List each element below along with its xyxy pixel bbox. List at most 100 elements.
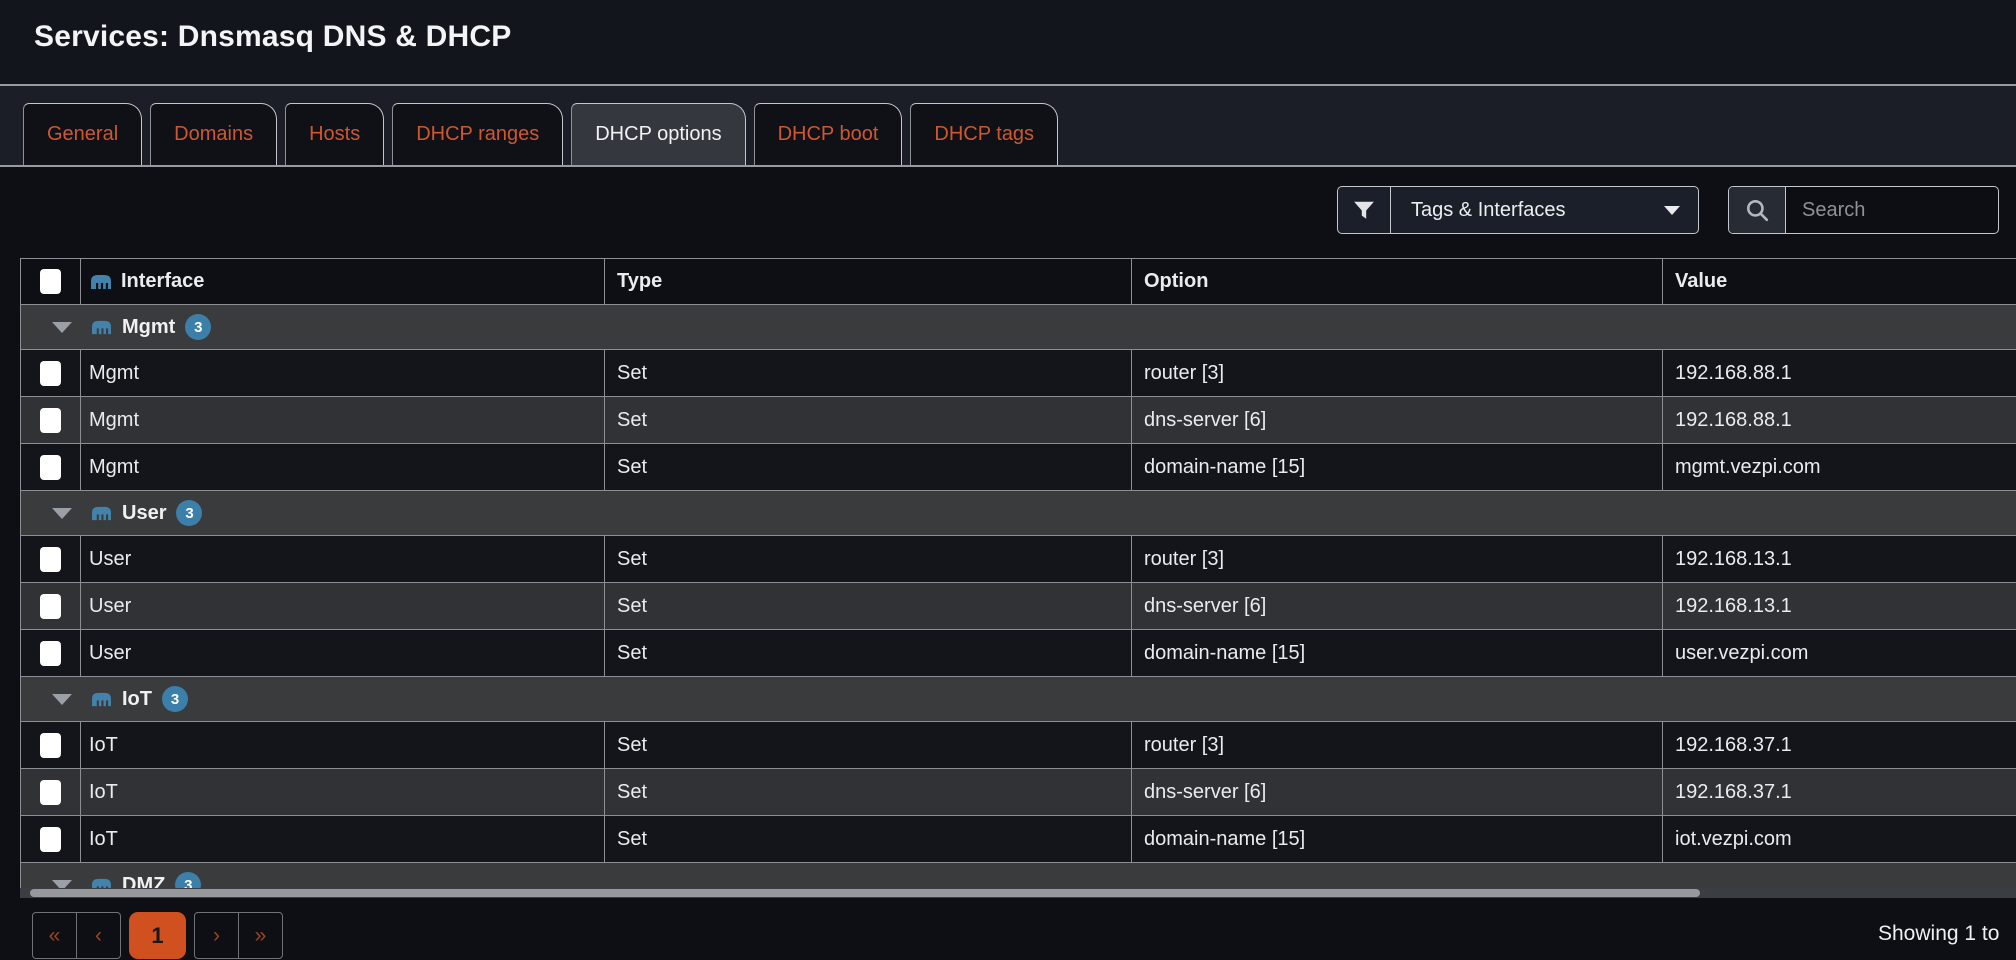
tab-domains[interactable]: Domains (150, 103, 277, 165)
cell-value: 192.168.37.1 (1663, 722, 2016, 768)
row-checkbox[interactable] (40, 547, 61, 572)
table-row: IoT Set domain-name [15] iot.vezpi.com (21, 816, 2016, 863)
tab-dhcp-tags[interactable]: DHCP tags (910, 103, 1058, 165)
column-header-type[interactable]: Type (605, 259, 1132, 304)
cell-option: domain-name [15] (1132, 816, 1663, 862)
group-row-dmz[interactable]: DMZ 3 (21, 863, 2016, 890)
search-icon (1729, 187, 1786, 233)
pagination-first-button[interactable]: « (32, 912, 77, 959)
table-body: Mgmt 3 Mgmt Set router [3] 192.168.88.1 … (21, 305, 2016, 890)
group-name: Mgmt (122, 316, 175, 339)
cell-type: Set (605, 444, 1132, 490)
pagination-next-button[interactable]: › (194, 912, 239, 959)
table-row: User Set dns-server [6] 192.168.13.1 (21, 583, 2016, 630)
row-checkbox[interactable] (40, 780, 61, 805)
tab-dhcp-ranges[interactable]: DHCP ranges (392, 103, 563, 165)
group-count-badge: 3 (185, 314, 211, 340)
row-checkbox[interactable] (40, 594, 61, 619)
cell-type: Set (605, 350, 1132, 396)
horizontal-scrollbar[interactable] (20, 888, 2016, 898)
tab-panel: GeneralDomainsHostsDHCP rangesDHCP optio… (0, 86, 2016, 167)
cell-option: dns-server [6] (1132, 397, 1663, 443)
pagination-prev-button[interactable]: ‹ (76, 912, 121, 959)
row-checkbox[interactable] (40, 361, 61, 386)
select-all-checkbox[interactable] (40, 269, 61, 294)
column-header-interface[interactable]: Interface (81, 259, 605, 304)
showing-status: Showing 1 to (1878, 922, 1999, 946)
cell-value: 192.168.13.1 (1663, 583, 2016, 629)
cell-option: domain-name [15] (1132, 630, 1663, 676)
dhcp-options-table: Interface Type Option Value Mgmt 3 Mgmt … (20, 258, 2016, 890)
group-row-mgmt[interactable]: Mgmt 3 (21, 305, 2016, 350)
row-checkbox[interactable] (40, 827, 61, 852)
search-input[interactable] (1786, 187, 1998, 233)
scrollbar-thumb[interactable] (30, 889, 1700, 897)
cell-interface: Mgmt (81, 350, 605, 396)
ethernet-icon (90, 318, 113, 336)
table-row: Mgmt Set domain-name [15] mgmt.vezpi.com (21, 444, 2016, 491)
cell-interface: Mgmt (81, 397, 605, 443)
cell-type: Set (605, 536, 1132, 582)
row-checkbox[interactable] (40, 408, 61, 433)
chevron-down-icon (1664, 206, 1680, 215)
cell-type: Set (605, 397, 1132, 443)
search-box (1728, 186, 1999, 234)
group-row-iot[interactable]: IoT 3 (21, 677, 2016, 722)
tab-general[interactable]: General (23, 103, 142, 165)
table-row: User Set router [3] 192.168.13.1 (21, 536, 2016, 583)
table-header-row: Interface Type Option Value (21, 258, 2016, 305)
pagination-last-button[interactable]: » (238, 912, 283, 959)
ethernet-icon (90, 504, 113, 522)
cell-interface: User (81, 536, 605, 582)
row-checkbox[interactable] (40, 455, 61, 480)
cell-interface: IoT (81, 722, 605, 768)
select-all-cell (21, 259, 81, 304)
cell-value: mgmt.vezpi.com (1663, 444, 2016, 490)
cell-option: domain-name [15] (1132, 444, 1663, 490)
collapse-arrow-icon[interactable] (52, 508, 72, 519)
tab-hosts[interactable]: Hosts (285, 103, 384, 165)
cell-interface: User (81, 630, 605, 676)
group-count-badge: 3 (162, 686, 188, 712)
table-row: User Set domain-name [15] user.vezpi.com (21, 630, 2016, 677)
cell-option: router [3] (1132, 350, 1663, 396)
cell-option: router [3] (1132, 536, 1663, 582)
cell-type: Set (605, 722, 1132, 768)
cell-type: Set (605, 583, 1132, 629)
cell-type: Set (605, 769, 1132, 815)
table-row: IoT Set dns-server [6] 192.168.37.1 (21, 769, 2016, 816)
cell-interface: Mgmt (81, 444, 605, 490)
cell-interface: User (81, 583, 605, 629)
filter-dropdown[interactable]: Tags & Interfaces (1337, 186, 1699, 234)
cell-value: user.vezpi.com (1663, 630, 2016, 676)
collapse-arrow-icon[interactable] (52, 694, 72, 705)
column-header-option[interactable]: Option (1132, 259, 1663, 304)
group-count-badge: 3 (176, 500, 202, 526)
column-header-value[interactable]: Value (1663, 259, 2016, 304)
cell-value: 192.168.13.1 (1663, 536, 2016, 582)
tab-dhcp-options[interactable]: DHCP options (571, 103, 745, 165)
cell-value: 192.168.88.1 (1663, 397, 2016, 443)
table-row: IoT Set router [3] 192.168.37.1 (21, 722, 2016, 769)
row-checkbox[interactable] (40, 641, 61, 666)
cell-option: router [3] (1132, 722, 1663, 768)
title-bar: Services: Dnsmasq DNS & DHCP (0, 0, 2016, 86)
cell-value: 192.168.88.1 (1663, 350, 2016, 396)
group-row-user[interactable]: User 3 (21, 491, 2016, 536)
pagination: « ‹ 1 › » (32, 912, 283, 959)
ethernet-icon (89, 272, 113, 291)
tab-dhcp-boot[interactable]: DHCP boot (754, 103, 903, 165)
tab-bar: GeneralDomainsHostsDHCP rangesDHCP optio… (23, 103, 1058, 165)
group-name: User (122, 502, 166, 525)
cell-value: 192.168.37.1 (1663, 769, 2016, 815)
cell-type: Set (605, 630, 1132, 676)
collapse-arrow-icon[interactable] (52, 322, 72, 333)
cell-interface: IoT (81, 816, 605, 862)
cell-option: dns-server [6] (1132, 583, 1663, 629)
app-window: Services: Dnsmasq DNS & DHCP GeneralDoma… (0, 0, 2016, 960)
group-name: IoT (122, 688, 152, 711)
pagination-page-1-button[interactable]: 1 (129, 912, 186, 959)
table-row: Mgmt Set router [3] 192.168.88.1 (21, 350, 2016, 397)
page-title: Services: Dnsmasq DNS & DHCP (0, 0, 2016, 54)
row-checkbox[interactable] (40, 733, 61, 758)
